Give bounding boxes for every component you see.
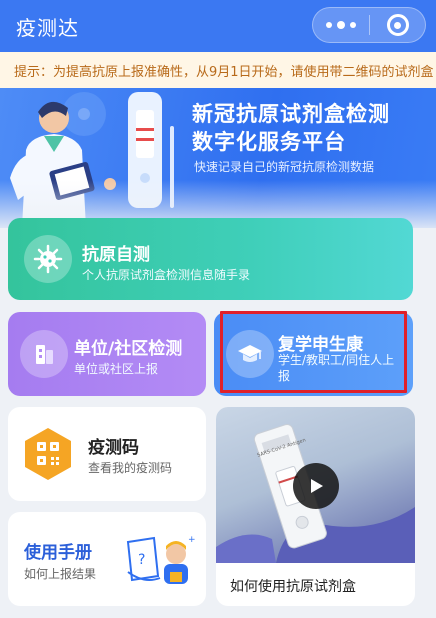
play-icon: [311, 479, 323, 493]
unit-card-title: 单位/社区检测: [74, 339, 183, 359]
antigen-self-test-card[interactable]: 抗原自测 个人抗原试剂盒检测信息随手录: [8, 218, 413, 300]
manual-card-title: 使用手册: [24, 543, 92, 563]
qr-code-icon: [25, 428, 71, 480]
code-card-title: 疫测码: [88, 438, 139, 458]
virus-icon: [24, 235, 72, 283]
banner-subtitle: 快速记录自己的新冠抗原检测数据: [194, 160, 375, 174]
notice-text: 提示：为提高抗原上报准确性，从9月1日开始，请使用带二维码的试剂盒: [14, 64, 434, 80]
banner-title-line1: 新冠抗原试剂盒检测: [192, 102, 390, 126]
mini-program-capsule: [312, 7, 426, 43]
antigen-card-title: 抗原自测: [82, 245, 150, 265]
antigen-card-subtitle: 个人抗原试剂盒检测信息随手录: [82, 268, 251, 282]
svg-text:+: +: [188, 535, 196, 545]
app-title: 疫测达: [16, 15, 79, 40]
notice-bar: 提示：为提高抗原上报准确性，从9月1日开始，请使用带二维码的试剂盒: [0, 52, 436, 88]
building-icon: [20, 330, 68, 378]
selection-highlight-box: [220, 311, 407, 393]
more-dots-icon: [326, 22, 332, 28]
antigen-video-card[interactable]: SARS-CoV-2 Antigen 如何使用抗原试剂盒: [216, 407, 415, 606]
unit-card-subtitle: 单位或社区上报: [74, 362, 159, 376]
code-card-subtitle: 查看我的疫测码: [88, 461, 173, 475]
target-icon: [386, 14, 409, 36]
epidemic-code-card[interactable]: 疫测码 查看我的疫测码: [8, 407, 206, 501]
unit-community-test-card[interactable]: 单位/社区检测 单位或社区上报: [8, 312, 206, 396]
more-dots-icon-right: [350, 22, 356, 28]
close-mini-program-button[interactable]: [370, 14, 425, 36]
manual-reader-icon: ? +: [126, 535, 196, 584]
play-button[interactable]: [293, 463, 339, 509]
svg-text:?: ?: [138, 552, 145, 568]
more-menu-button[interactable]: [313, 8, 369, 42]
video-caption: 如何使用抗原试剂盒: [230, 579, 356, 595]
manual-card-subtitle: 如何上报结果: [24, 567, 97, 581]
more-dots-icon-center: [337, 21, 345, 29]
banner-title-line2: 数字化服务平台: [192, 130, 346, 154]
video-thumbnail[interactable]: SARS-CoV-2 Antigen: [216, 407, 415, 563]
app-header: 疫测达: [0, 0, 436, 52]
user-manual-card[interactable]: 使用手册 如何上报结果 ? +: [8, 512, 206, 606]
